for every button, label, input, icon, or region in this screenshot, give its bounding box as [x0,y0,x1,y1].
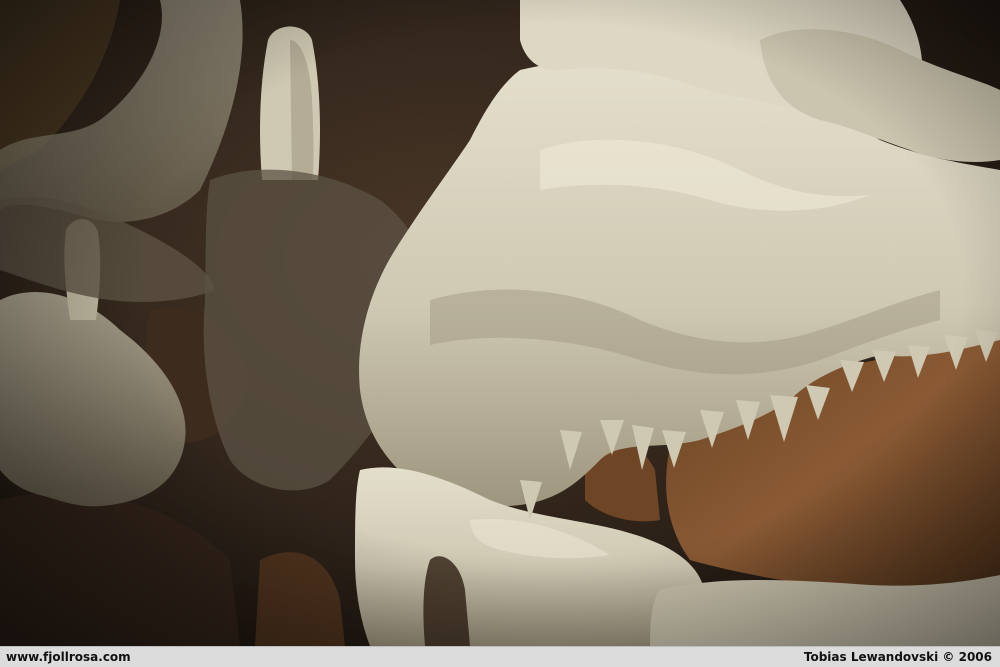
photo-frame: www.fjollrosa.com Tobias Lewandovski © 2… [0,0,1000,667]
website-credit: www.fjollrosa.com [6,650,131,664]
caption-bar: www.fjollrosa.com Tobias Lewandovski © 2… [0,646,1000,667]
cave-photograph [0,0,1000,646]
photographer-credit: Tobias Lewandovski © 2006 [803,650,992,664]
vignette [0,0,1000,646]
